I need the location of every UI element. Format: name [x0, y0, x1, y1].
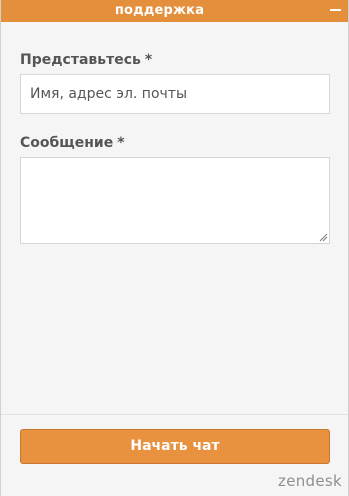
name-field-label: Представьтесь * [20, 51, 152, 69]
minimize-button[interactable] [324, 0, 348, 22]
message-field-label: Сообщение * [20, 134, 125, 152]
resize-handle-icon[interactable] [318, 232, 328, 242]
minimize-icon [330, 9, 341, 11]
footer-divider [1, 414, 348, 415]
start-chat-button[interactable]: Начать чат [20, 429, 330, 464]
zendesk-logo: zendesk [278, 472, 342, 490]
name-email-input[interactable] [20, 74, 330, 114]
required-mark: * [117, 135, 125, 151]
name-label-text: Представьтесь [20, 52, 141, 68]
header-title: поддержка [114, 3, 205, 18]
message-textarea[interactable] [20, 157, 330, 244]
message-label-text: Сообщение [20, 135, 114, 151]
widget-header: поддержка [1, 0, 348, 22]
chat-widget: поддержка Представьтесь* Сообщение* Нача… [0, 0, 349, 496]
required-mark: * [144, 52, 153, 68]
